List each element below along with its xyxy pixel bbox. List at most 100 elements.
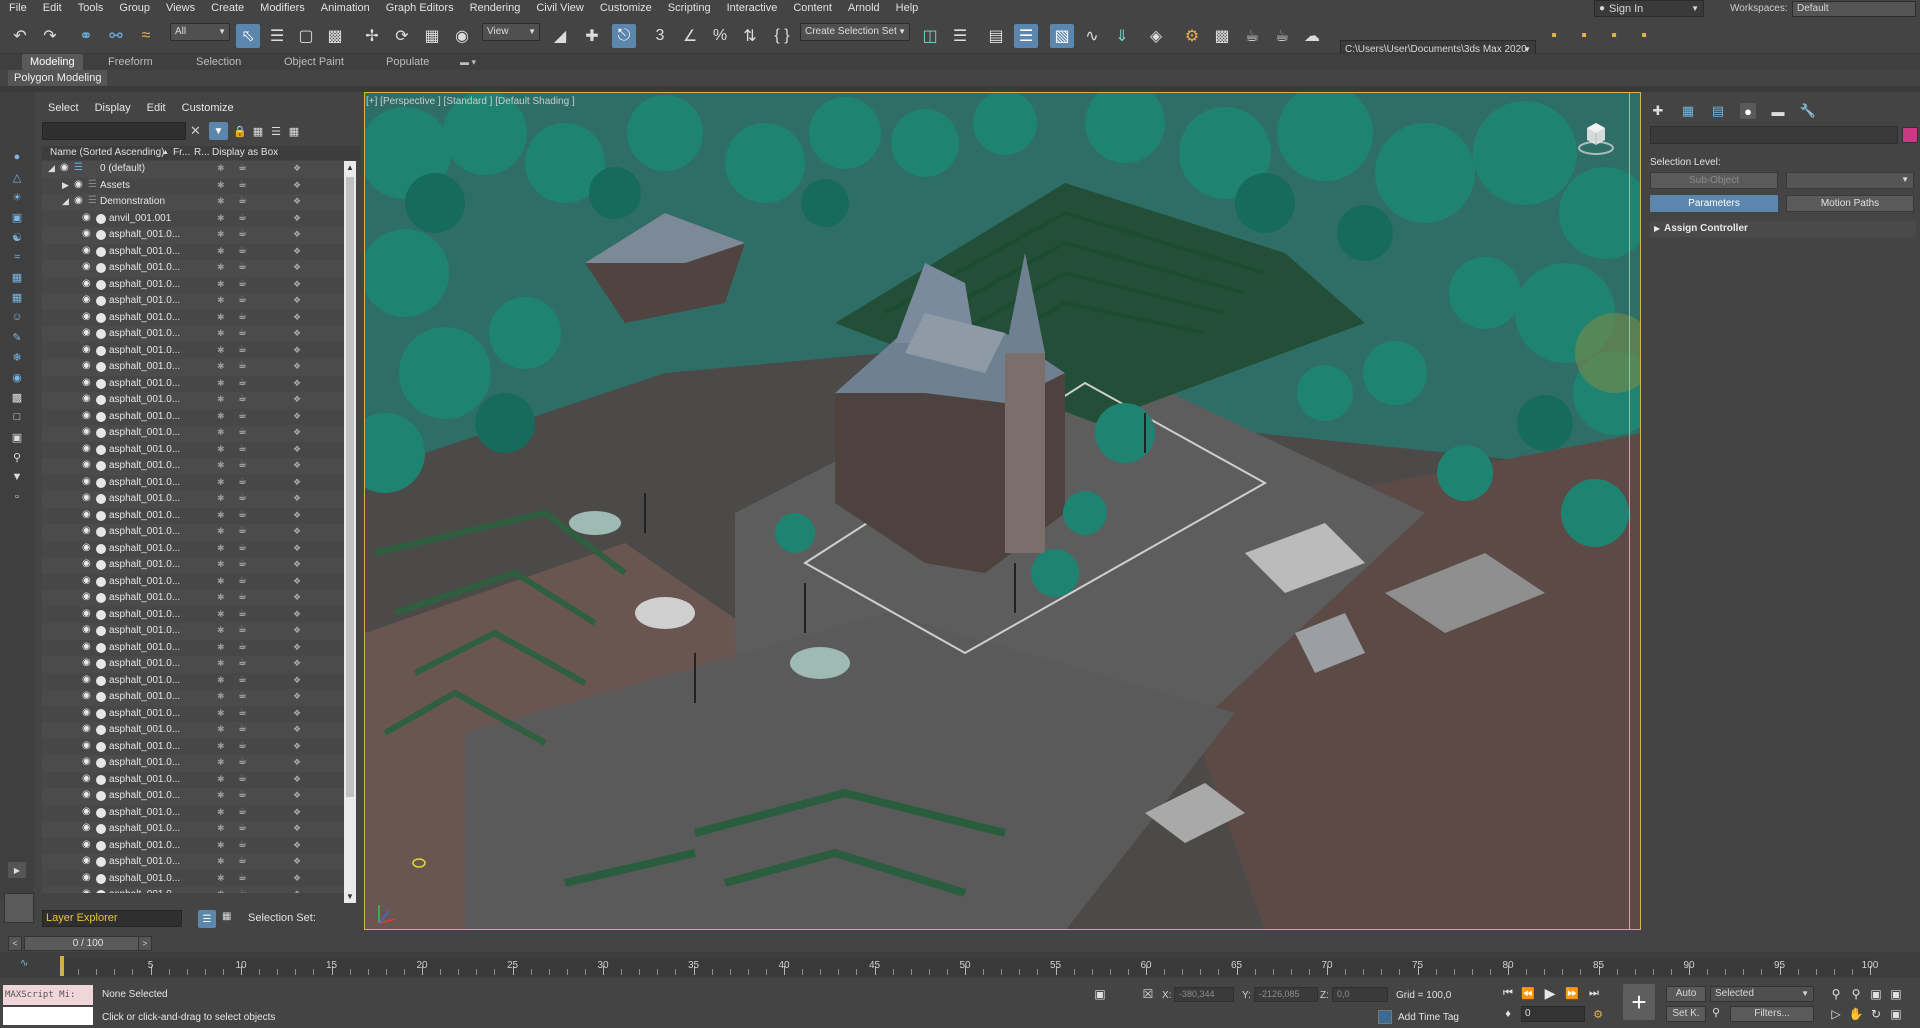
- freeze-icon[interactable]: ✱: [217, 427, 225, 438]
- freeze-icon[interactable]: ✱: [217, 444, 225, 455]
- freeze-icon[interactable]: ✱: [217, 807, 225, 818]
- scene-menu-select[interactable]: Select: [48, 102, 79, 114]
- renderable-icon[interactable]: ☕: [238, 410, 247, 421]
- visibility-eye-icon[interactable]: ◉: [82, 410, 91, 421]
- freeze-icon[interactable]: ✱: [217, 526, 225, 537]
- select-object-icon[interactable]: ⬁: [236, 24, 260, 48]
- visibility-eye-icon[interactable]: ◉: [82, 426, 91, 437]
- freeze-icon[interactable]: ✱: [217, 708, 225, 719]
- renderable-icon[interactable]: ☕: [238, 377, 247, 388]
- sign-in-dropdown[interactable]: ● Sign In ▼: [1594, 0, 1704, 17]
- scene-scrollbar[interactable]: ▲ ▼: [344, 161, 356, 903]
- visibility-eye-icon[interactable]: ◉: [82, 311, 91, 322]
- pivot-point-icon[interactable]: ◢: [548, 24, 572, 48]
- scene-row[interactable]: ◉ asphalt_001.0... ✱ ☕ ❖: [42, 573, 344, 590]
- freeze-icon[interactable]: ✱: [217, 757, 225, 768]
- freeze-icon[interactable]: ✱: [217, 543, 225, 554]
- visibility-eye-icon[interactable]: ◉: [82, 888, 91, 893]
- utilities-tab-icon[interactable]: 🔧: [1800, 103, 1816, 119]
- renderable-icon[interactable]: ☕: [238, 855, 247, 866]
- freeze-icon[interactable]: ✱: [217, 163, 225, 174]
- display-as-box-icon[interactable]: ❖: [293, 378, 301, 389]
- maxscript-output[interactable]: [2, 1006, 94, 1026]
- rendered-frame-window-icon[interactable]: ▩: [1210, 24, 1234, 48]
- renderable-icon[interactable]: ☕: [238, 459, 247, 470]
- display-lights-icon[interactable]: ☀: [9, 190, 25, 204]
- scene-row[interactable]: ◉ asphalt_001.0... ✱ ☕ ❖: [42, 441, 344, 458]
- move-icon[interactable]: ✢: [360, 24, 384, 48]
- freeze-icon[interactable]: ✱: [217, 625, 225, 636]
- scene-row[interactable]: ◉ asphalt_001.0... ✱ ☕ ❖: [42, 309, 344, 326]
- freeze-icon[interactable]: ✱: [217, 411, 225, 422]
- workspace-dropdown[interactable]: Default: [1792, 1, 1916, 17]
- freeze-icon[interactable]: ✱: [217, 510, 225, 521]
- visibility-eye-icon[interactable]: ◉: [82, 360, 91, 371]
- visibility-eye-icon[interactable]: ◉: [82, 839, 91, 850]
- time-config-icon[interactable]: ⚙: [1590, 1006, 1606, 1022]
- zoom-icon[interactable]: ⚲: [1828, 986, 1844, 1002]
- menu-rendering[interactable]: Rendering: [462, 0, 529, 17]
- display-as-box-icon[interactable]: ❖: [293, 609, 301, 620]
- display-as-box-icon[interactable]: ❖: [293, 873, 301, 884]
- scene-menu-customize[interactable]: Customize: [182, 102, 234, 114]
- menu-animation[interactable]: Animation: [313, 0, 378, 17]
- go-to-end-icon[interactable]: ⏭: [1586, 985, 1602, 1001]
- render-iterative-icon[interactable]: ☕: [1270, 24, 1294, 48]
- clear-search-icon[interactable]: ✕: [190, 123, 201, 139]
- placement-icon[interactable]: ◉: [450, 24, 474, 48]
- display-as-box-icon[interactable]: ❖: [293, 592, 301, 603]
- display-as-box-icon[interactable]: ❖: [293, 262, 301, 273]
- display-as-box-icon[interactable]: ❖: [293, 790, 301, 801]
- display-as-box-icon[interactable]: ❖: [293, 625, 301, 636]
- scene-row[interactable]: ◉ asphalt_001.0... ✱ ☕ ❖: [42, 326, 344, 343]
- scene-row[interactable]: ◉ asphalt_001.0... ✱ ☕ ❖: [42, 342, 344, 359]
- next-frame-icon[interactable]: >: [138, 936, 152, 951]
- visibility-eye-icon[interactable]: ◉: [82, 657, 91, 668]
- freeze-icon[interactable]: ✱: [217, 642, 225, 653]
- create-selection-set-dropdown[interactable]: Create Selection Set ▼: [800, 23, 910, 41]
- isolate-selection-icon[interactable]: ▣: [1092, 986, 1108, 1002]
- visibility-eye-icon[interactable]: ◉: [82, 789, 91, 800]
- menu-scripting[interactable]: Scripting: [660, 0, 719, 17]
- tab-selection[interactable]: Selection: [196, 54, 241, 70]
- toggle-ribbon-icon[interactable]: ▧: [1050, 24, 1074, 48]
- display-none-icon[interactable]: □: [9, 410, 25, 424]
- display-as-box-icon[interactable]: ❖: [293, 295, 301, 306]
- renderable-icon[interactable]: ☕: [238, 888, 247, 893]
- filter-icon[interactable]: ▼: [209, 122, 228, 140]
- display-cameras-icon[interactable]: ▣: [9, 210, 25, 224]
- z-coordinate-field[interactable]: 0,0: [1332, 987, 1388, 1002]
- key-mode-icon[interactable]: ♦: [1500, 1006, 1516, 1022]
- visibility-eye-icon[interactable]: ◉: [82, 608, 91, 619]
- scene-row[interactable]: ◉ asphalt_001.0... ✱ ☕ ❖: [42, 821, 344, 838]
- display-as-box-icon[interactable]: ❖: [293, 774, 301, 785]
- parameters-button[interactable]: Parameters: [1650, 195, 1778, 212]
- visibility-eye-icon[interactable]: ◉: [82, 278, 91, 289]
- tab-object-paint[interactable]: Object Paint: [284, 54, 344, 70]
- y-coordinate-field[interactable]: -2126,085: [1254, 987, 1318, 1002]
- scene-row[interactable]: ▶ ◉ ☰ Assets ✱ ☕ ❖: [42, 177, 344, 194]
- visibility-eye-icon[interactable]: ◉: [82, 773, 91, 784]
- keyboard-shortcut-override-icon[interactable]: ⎋: [612, 24, 636, 48]
- menu-civil-view[interactable]: Civil View: [528, 0, 591, 17]
- percent-snap-icon[interactable]: %: [708, 24, 732, 48]
- renderable-icon[interactable]: ☕: [238, 624, 247, 635]
- display-as-box-icon[interactable]: ❖: [293, 493, 301, 504]
- time-tag-icon[interactable]: [1378, 1010, 1392, 1024]
- scene-row[interactable]: ◉ asphalt_001.0... ✱ ☕ ❖: [42, 227, 344, 244]
- x-coordinate-field[interactable]: -380,344: [1174, 987, 1234, 1002]
- visibility-eye-icon[interactable]: ◉: [82, 492, 91, 503]
- set-key-button[interactable]: Set K.: [1666, 1006, 1706, 1022]
- menu-views[interactable]: Views: [158, 0, 203, 17]
- scene-row[interactable]: ◉ asphalt_001.0... ✱ ☕ ❖: [42, 887, 344, 893]
- visibility-eye-icon[interactable]: ◉: [82, 344, 91, 355]
- add-layer-icon[interactable]: ▦: [250, 123, 266, 139]
- display-hidden-icon[interactable]: ◉: [9, 370, 25, 384]
- motion-tab-icon[interactable]: ●: [1740, 103, 1756, 119]
- hierarchy-icon[interactable]: ▦: [222, 911, 236, 925]
- perspective-viewport[interactable]: [364, 92, 1641, 930]
- layers-icon[interactable]: ☰: [198, 910, 216, 928]
- freeze-icon[interactable]: ✱: [217, 460, 225, 471]
- renderable-icon[interactable]: ☕: [238, 591, 247, 602]
- freeze-icon[interactable]: ✱: [217, 378, 225, 389]
